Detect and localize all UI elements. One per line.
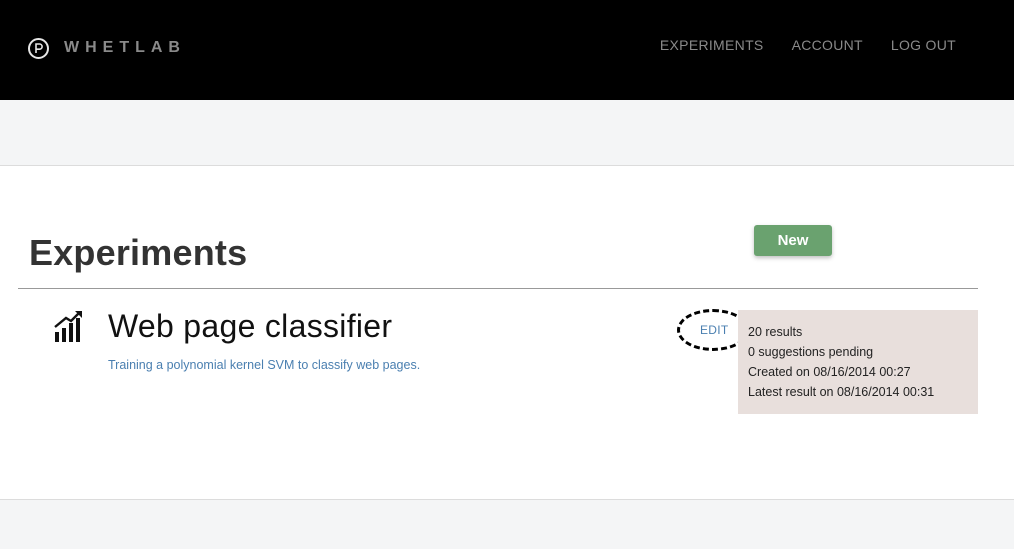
page-title: Experiments (29, 232, 248, 273)
brand-name: WHETLAB (64, 39, 186, 56)
top-navbar: WHETLAB EXPERIMENTS ACCOUNT LOG OUT (0, 0, 1014, 100)
new-experiment-button[interactable]: New (754, 225, 832, 256)
experiment-stats-panel: 20 results 0 suggestions pending Created… (738, 310, 978, 414)
brand-logo[interactable]: WHETLAB (28, 35, 186, 61)
main-content: Experiments New Web page classifier Trai… (0, 166, 1014, 500)
nav-logout-link[interactable]: LOG OUT (891, 37, 956, 53)
suggestions-pending: 0 suggestions pending (748, 345, 874, 359)
latest-result-date: Latest result on 08/16/2014 00:31 (748, 385, 935, 399)
divider (18, 288, 978, 289)
created-date: Created on 08/16/2014 00:27 (748, 365, 911, 379)
nav-experiments-link[interactable]: EXPERIMENTS (660, 37, 764, 53)
edit-experiment-link[interactable]: EDIT (700, 323, 729, 337)
subheader-band (0, 100, 1014, 166)
results-count: 20 results (748, 325, 803, 339)
nav-account-link[interactable]: ACCOUNT (792, 37, 863, 53)
experiment-name[interactable]: Web page classifier (108, 308, 392, 345)
experiment-description: Training a polynomial kernel SVM to clas… (108, 358, 421, 372)
main-nav: EXPERIMENTS ACCOUNT LOG OUT (632, 37, 956, 53)
bar-chart-trend-icon (54, 310, 84, 347)
logo-icon (28, 37, 49, 59)
